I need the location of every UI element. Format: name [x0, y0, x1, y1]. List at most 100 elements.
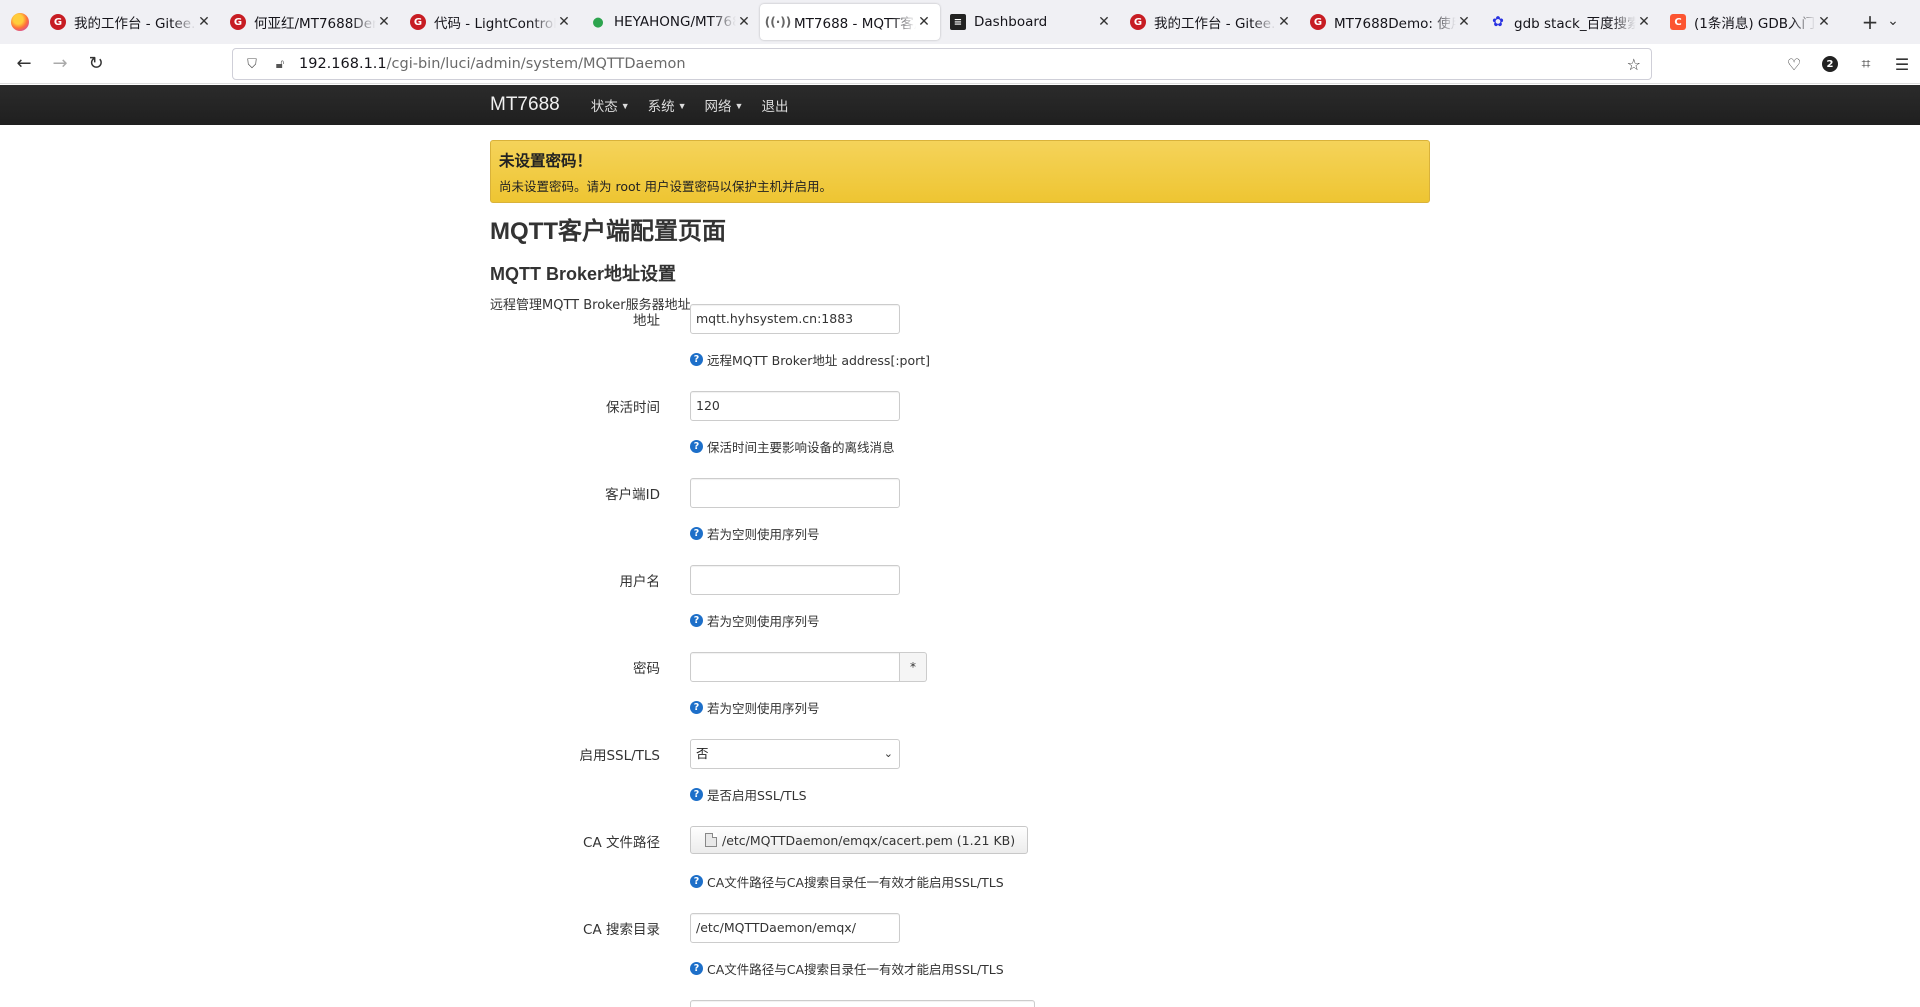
url-host: 192.168.1.1: [299, 56, 387, 72]
help-text: CA文件路径与CA搜索目录任一有效才能启用SSL/TLS: [707, 962, 1004, 977]
client-id-input[interactable]: [690, 478, 900, 508]
username-input[interactable]: [690, 565, 900, 595]
baidu-icon: ✿: [1492, 14, 1504, 30]
close-tab-icon[interactable]: ✕: [1816, 14, 1832, 30]
chevron-down-icon: ⌄: [883, 747, 893, 760]
password-label: 密码: [633, 661, 660, 677]
help-icon: ?: [690, 701, 703, 714]
ca-dir-input[interactable]: /etc/MQTTDaemon/emqx/: [690, 913, 900, 943]
username-label: 用户名: [619, 574, 661, 590]
forward-icon[interactable]: →: [42, 48, 78, 80]
close-tab-icon[interactable]: ✕: [376, 14, 392, 30]
browser-tab[interactable]: ✿ gdb stack_百度搜索 ✕: [1480, 4, 1660, 40]
tab-title: 我的工作台 - Gitee.com: [74, 16, 196, 32]
screenshot-crop-icon[interactable]: ⌗: [1848, 48, 1884, 80]
browser-tab[interactable]: G MT7688Demo: 使用 ✕: [1300, 4, 1480, 40]
menu-status[interactable]: 状态 ▼: [591, 95, 630, 115]
ca-dir-help: ? CA文件路径与CA搜索目录任一有效才能启用SSL/TLS: [690, 959, 1004, 978]
gitee-icon: G: [1130, 14, 1146, 30]
section-title: MQTT Broker地址设置: [490, 264, 677, 284]
help-icon: ?: [690, 788, 703, 801]
browser-tab[interactable]: G 何亚红/MT7688Demo ✕: [220, 4, 400, 40]
menu-label: 退出: [761, 99, 789, 114]
close-tab-icon[interactable]: ✕: [1276, 14, 1292, 30]
help-text: 是否启用SSL/TLS: [707, 788, 807, 803]
tab-title: (1条消息) GDB入门教程: [1694, 16, 1816, 32]
browser-navigation-bar: ← → ↻ ⛉ 🔓︎ 192.168.1.1/cgi-bin/luci/admi…: [0, 44, 1920, 84]
bookmark-star-icon[interactable]: ☆: [1627, 55, 1641, 74]
close-tab-icon[interactable]: ✕: [916, 14, 932, 30]
tab-title: MT7688 - MQTT客户端: [794, 16, 916, 32]
reveal-password-button[interactable]: *: [900, 652, 927, 682]
hamburger-menu-icon[interactable]: ☰: [1884, 48, 1920, 80]
help-icon: ?: [690, 353, 703, 366]
menu-logout[interactable]: 退出: [761, 95, 788, 115]
browser-tab[interactable]: ● HEYAHONG/MT7688 ✕: [580, 4, 760, 40]
brand-title[interactable]: MT7688: [490, 94, 560, 116]
tab-title: HEYAHONG/MT7688: [614, 14, 736, 30]
ssl-help: ? 是否启用SSL/TLS: [690, 785, 807, 804]
help-icon: ?: [690, 527, 703, 540]
radio-icon: ((·)): [764, 15, 792, 29]
browser-tab[interactable]: G 代码 - LightController ✕: [400, 4, 580, 40]
help-icon: ?: [690, 614, 703, 627]
menu-label: 状态: [590, 99, 618, 114]
close-tab-icon[interactable]: ✕: [1636, 14, 1652, 30]
browser-tab[interactable]: G 我的工作台 - Gitee.com ✕: [1120, 4, 1300, 40]
help-text: 若为空则使用序列号: [707, 701, 820, 716]
help-icon: ?: [690, 440, 703, 453]
csdn-icon: C: [1670, 14, 1686, 30]
close-tab-icon[interactable]: ✕: [556, 14, 572, 30]
help-text: 若为空则使用序列号: [707, 527, 820, 542]
github-icon: ●: [592, 14, 604, 30]
url-path: /cgi-bin/luci/admin/system/MQTTDaemon: [386, 56, 686, 72]
browser-tab-active[interactable]: ((·)) MT7688 - MQTT客户端 ✕: [760, 4, 940, 40]
address-input[interactable]: mqtt.hyhsystem.cn:1883: [690, 304, 900, 334]
close-tab-icon[interactable]: ✕: [736, 14, 752, 30]
tab-title: MT7688Demo: 使用: [1334, 16, 1456, 32]
help-text: 若为空则使用序列号: [707, 614, 820, 629]
menu-network[interactable]: 网络 ▼: [705, 95, 744, 115]
gitee-icon: G: [50, 14, 66, 30]
luci-top-navbar: MT7688 状态 ▼ 系统 ▼ 网络 ▼ 退出: [0, 85, 1920, 125]
tab-title: 何亚红/MT7688Demo: [254, 16, 376, 32]
close-tab-icon[interactable]: ✕: [1456, 14, 1472, 30]
close-tab-icon[interactable]: ✕: [1096, 14, 1112, 30]
section-description: 远程管理MQTT Broker服务器地址: [490, 298, 691, 313]
address-bar[interactable]: ⛉ 🔓︎ 192.168.1.1/cgi-bin/luci/admin/syst…: [232, 48, 1652, 80]
menu-system[interactable]: 系统 ▼: [648, 95, 687, 115]
ca-file-label: CA 文件路径: [583, 835, 660, 851]
keepalive-input[interactable]: 120: [690, 391, 900, 421]
menu-label: 系统: [647, 99, 675, 114]
pocket-icon[interactable]: ♡: [1776, 48, 1812, 80]
tab-title: gdb stack_百度搜索: [1514, 16, 1636, 32]
browser-tab[interactable]: G 我的工作台 - Gitee.com ✕: [40, 4, 220, 40]
shield-icon[interactable]: ⛉: [243, 57, 261, 72]
reload-icon[interactable]: ↻: [78, 48, 114, 80]
extension-badge[interactable]: 2: [1812, 48, 1848, 80]
help-text: CA文件路径与CA搜索目录任一有效才能启用SSL/TLS: [707, 875, 1004, 890]
ssl-select[interactable]: 否 ⌄: [690, 739, 900, 769]
back-icon[interactable]: ←: [6, 48, 42, 80]
insecure-lock-icon[interactable]: 🔓︎: [271, 57, 289, 72]
caret-down-icon: ▼: [677, 101, 687, 111]
next-input-partial[interactable]: [690, 1000, 1035, 1007]
browser-tab[interactable]: ≡ Dashboard ✕: [940, 4, 1120, 40]
alert-title: 未设置密码！: [499, 152, 593, 170]
address-label: 地址: [633, 313, 660, 329]
list-all-tabs-icon[interactable]: ⌄: [1880, 8, 1906, 34]
ssl-selected-value: 否: [696, 746, 709, 761]
ca-file-browse-button[interactable]: /etc/MQTTDaemon/emqx/cacert.pem (1.21 KB…: [690, 826, 1029, 854]
close-tab-icon[interactable]: ✕: [196, 14, 212, 30]
gitee-icon: G: [230, 14, 246, 30]
firefox-menu-icon[interactable]: [0, 0, 40, 44]
password-help: ? 若为空则使用序列号: [690, 698, 820, 717]
ca-file-help: ? CA文件路径与CA搜索目录任一有效才能启用SSL/TLS: [690, 872, 1004, 891]
alert-text: 尚未设置密码。请为 root 用户设置密码以保护主机并启用。: [499, 179, 833, 194]
help-text: 远程MQTT Broker地址 address[:port]: [707, 353, 931, 368]
notification-count: 2: [1822, 56, 1838, 72]
keepalive-label: 保活时间: [606, 400, 660, 416]
password-input[interactable]: [690, 652, 900, 682]
browser-tab[interactable]: C (1条消息) GDB入门教程 ✕: [1660, 4, 1840, 40]
browser-tab-strip: G 我的工作台 - Gitee.com ✕ G 何亚红/MT7688Demo ✕…: [0, 0, 1920, 44]
